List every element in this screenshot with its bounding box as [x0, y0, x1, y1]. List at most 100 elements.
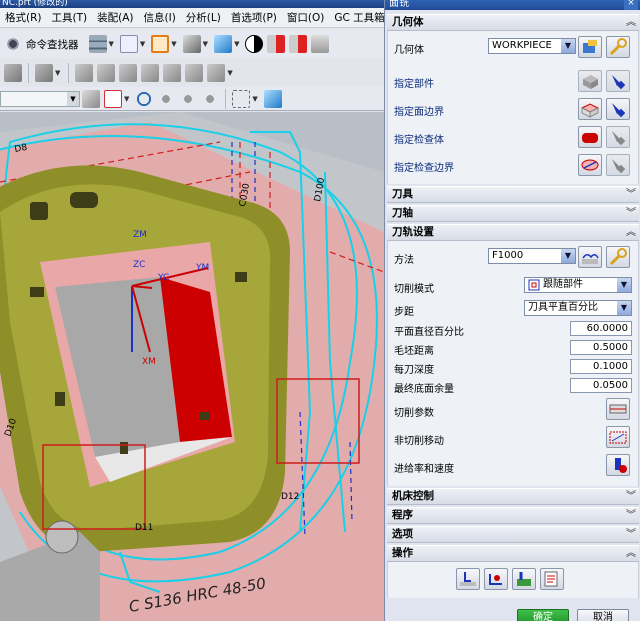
- selection-filter-icon[interactable]: [119, 35, 138, 53]
- final-floor-stock-input[interactable]: 0.0500: [570, 378, 632, 393]
- section-program[interactable]: 程序 ︾: [387, 507, 639, 524]
- chevron-down-icon[interactable]: ▼: [227, 69, 232, 77]
- clip-icon[interactable]: [311, 35, 330, 53]
- chevron-down-icon[interactable]: ▼: [561, 249, 575, 263]
- chevron-down-icon[interactable]: ︾: [626, 206, 636, 221]
- depth-per-cut-input[interactable]: 0.1000: [570, 359, 632, 374]
- menu-format[interactable]: 格式(R): [0, 10, 47, 25]
- chevron-up-icon[interactable]: ︽: [626, 225, 636, 240]
- ok-button[interactable]: 确定: [517, 609, 569, 621]
- edit-geometry-button[interactable]: [606, 36, 630, 58]
- show-face-boundary-button[interactable]: [606, 98, 630, 120]
- chevron-down-icon[interactable]: ▼: [252, 95, 257, 103]
- chevron-down-icon[interactable]: ▼: [617, 301, 631, 315]
- non-cutting-moves-button[interactable]: [606, 426, 630, 448]
- chevron-down-icon[interactable]: ▼: [561, 39, 575, 53]
- show-check-body-button[interactable]: [606, 126, 630, 148]
- command-finder-label[interactable]: 命令查找器: [26, 37, 79, 52]
- show-check-boundary-button[interactable]: [606, 154, 630, 176]
- feeds-speeds-button[interactable]: [606, 454, 630, 476]
- section-geometry[interactable]: 几何体 ︽: [387, 14, 639, 31]
- sync-move-icon[interactable]: [75, 64, 94, 82]
- section-tool[interactable]: 刀具 ︾: [387, 186, 639, 203]
- sync-pull-icon[interactable]: [97, 64, 116, 82]
- cancel-button[interactable]: 取消: [577, 609, 629, 621]
- zoom-icon[interactable]: [201, 89, 220, 108]
- sync-shell-icon[interactable]: [207, 64, 226, 82]
- sync-replace-icon[interactable]: [141, 64, 160, 82]
- section-path-settings[interactable]: 刀轨设置 ︽: [387, 224, 639, 241]
- flat-diameter-percent-input[interactable]: 60.0000: [570, 321, 632, 336]
- section-actions[interactable]: 操作 ︽: [387, 545, 639, 562]
- chevron-down-icon[interactable]: ▼: [617, 278, 631, 292]
- chevron-up-icon[interactable]: ︽: [626, 15, 636, 30]
- edit-section-icon[interactable]: [289, 35, 308, 53]
- flashlight-icon: [612, 131, 626, 146]
- undo-icon[interactable]: [135, 89, 154, 108]
- chevron-down-icon[interactable]: ︾: [626, 508, 636, 523]
- point-snap-icon[interactable]: [104, 89, 122, 108]
- menu-tools[interactable]: 工具(T): [47, 10, 93, 25]
- edit-feature-icon[interactable]: [35, 64, 53, 82]
- stepover-combo[interactable]: 刀具平直百分比 ▼: [524, 300, 632, 316]
- box-select-icon[interactable]: [232, 89, 251, 108]
- select-check-boundary-button[interactable]: [578, 154, 602, 176]
- close-button[interactable]: ×: [624, 0, 638, 10]
- menu-assembly[interactable]: 装配(A): [92, 10, 138, 25]
- chevron-down-icon[interactable]: ▼: [124, 95, 129, 103]
- new-method-button[interactable]: [578, 246, 602, 268]
- geometry-combo[interactable]: WORKPIECE ▼: [488, 38, 576, 54]
- chevron-down-icon[interactable]: ▼: [109, 40, 114, 48]
- new-geometry-button[interactable]: [578, 36, 602, 58]
- section-view-icon[interactable]: [267, 35, 286, 53]
- sync-offset-icon[interactable]: [119, 64, 138, 82]
- path-label-d12: D12: [281, 492, 299, 502]
- chevron-down-icon[interactable]: ▼: [55, 69, 60, 77]
- menu-info[interactable]: 信息(I): [139, 10, 181, 25]
- replay-button[interactable]: [484, 568, 508, 590]
- chevron-down-icon[interactable]: ︾: [626, 527, 636, 542]
- render-style-icon[interactable]: [182, 35, 201, 53]
- chevron-down-icon[interactable]: ︾: [626, 489, 636, 504]
- select-face-boundary-button[interactable]: [578, 98, 602, 120]
- snap-icon[interactable]: [82, 89, 100, 108]
- chevron-down-icon[interactable]: ▼: [67, 91, 79, 106]
- generate-button[interactable]: [456, 568, 480, 590]
- pan-icon[interactable]: [179, 89, 198, 108]
- chevron-down-icon[interactable]: ▼: [171, 40, 176, 48]
- selection-type-combo[interactable]: ▼: [0, 90, 80, 107]
- layer-icon[interactable]: [88, 35, 107, 53]
- cut-pattern-combo[interactable]: 跟随部件 ▼: [524, 277, 632, 293]
- menu-gc-toolbox[interactable]: GC 工具箱: [329, 10, 384, 25]
- sync-delete-icon[interactable]: [163, 64, 182, 82]
- section-options[interactable]: 选项 ︾: [387, 526, 639, 543]
- chevron-down-icon[interactable]: ▼: [203, 40, 208, 48]
- chevron-down-icon[interactable]: ︾: [626, 187, 636, 202]
- block-icon[interactable]: [4, 64, 22, 82]
- menu-window[interactable]: 窗口(O): [282, 10, 329, 25]
- verify-button[interactable]: [512, 568, 536, 590]
- cutting-parameters-button[interactable]: [606, 398, 630, 420]
- fit-view-icon[interactable]: [151, 35, 170, 53]
- list-button[interactable]: [540, 568, 564, 590]
- command-finder-icon[interactable]: [4, 35, 22, 53]
- section-machine-control[interactable]: 机床控制 ︾: [387, 488, 639, 505]
- graphics-viewport[interactable]: C S136 HRC 48-50 ZM ZC YC YM XM D11 D12 …: [0, 112, 384, 621]
- chevron-down-icon[interactable]: ▼: [140, 40, 145, 48]
- method-combo[interactable]: F1000 ▼: [488, 248, 576, 264]
- menu-preferences[interactable]: 首选项(P): [226, 10, 282, 25]
- select-check-body-button[interactable]: [578, 126, 602, 148]
- section-tool-axis[interactable]: 刀轴 ︾: [387, 205, 639, 222]
- cube-view-icon[interactable]: [263, 89, 282, 108]
- menu-analysis[interactable]: 分析(L): [181, 10, 226, 25]
- show-part-button[interactable]: [606, 70, 630, 92]
- chevron-up-icon[interactable]: ︽: [626, 546, 636, 561]
- sync-resize-icon[interactable]: [185, 64, 204, 82]
- edit-method-button[interactable]: [606, 246, 630, 268]
- select-part-button[interactable]: [578, 70, 602, 92]
- blank-distance-input[interactable]: 0.5000: [570, 340, 632, 355]
- rotate-icon[interactable]: [157, 89, 176, 108]
- background-icon[interactable]: [245, 35, 264, 53]
- view-orient-icon[interactable]: [214, 35, 233, 53]
- chevron-down-icon[interactable]: ▼: [234, 40, 239, 48]
